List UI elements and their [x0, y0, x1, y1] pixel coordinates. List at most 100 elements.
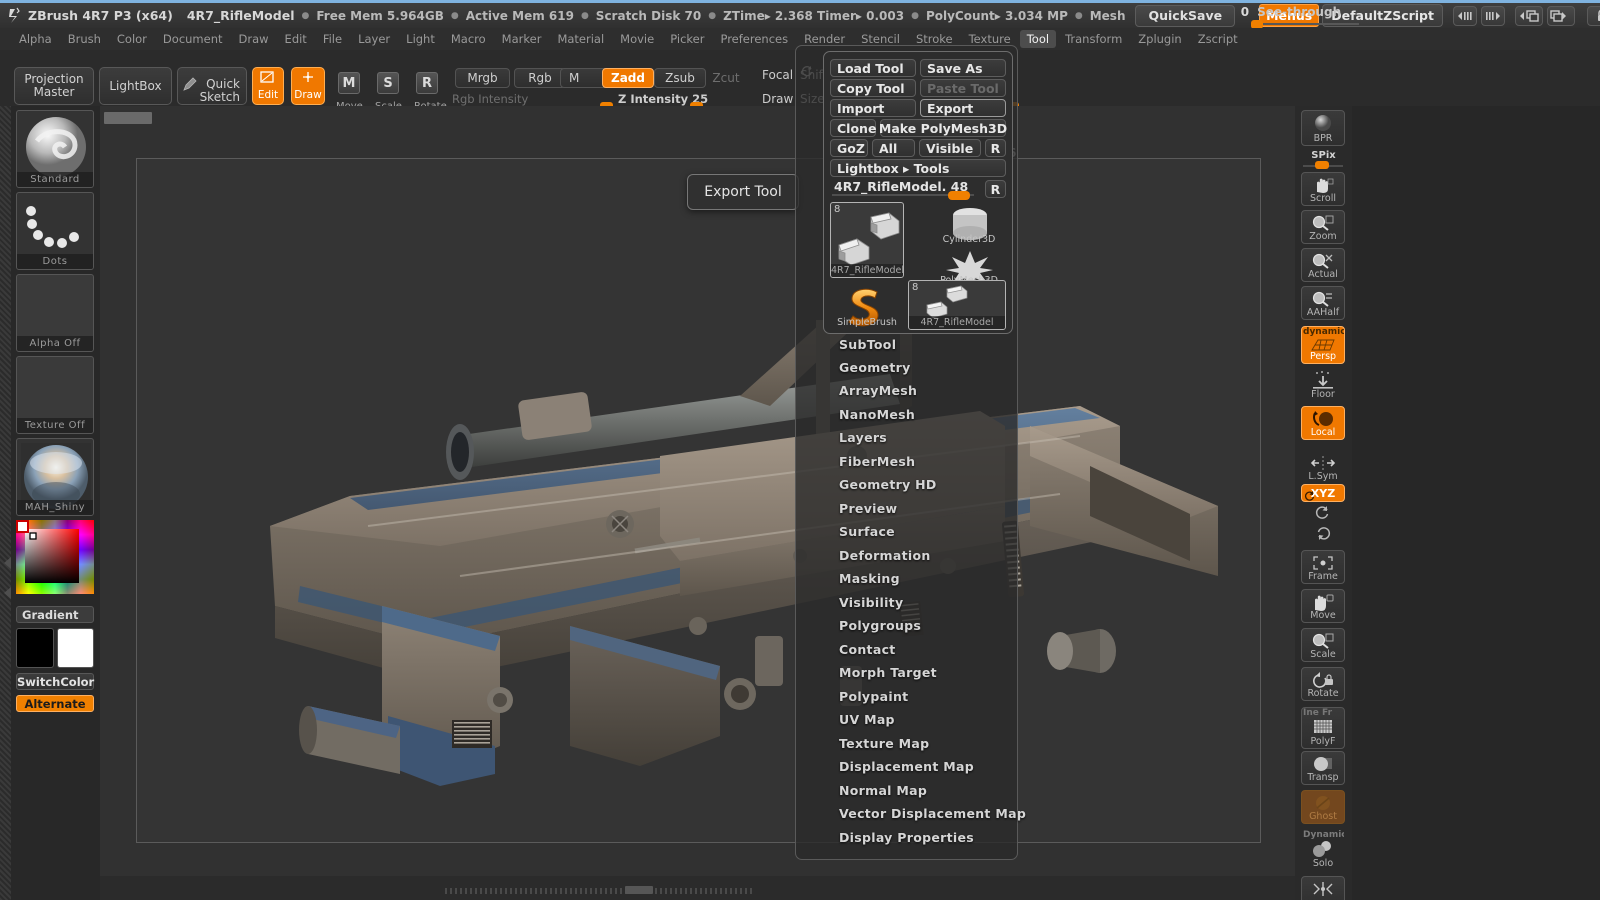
subpalette-display-properties[interactable]: Display Properties — [839, 829, 974, 846]
aahalf-button[interactable]: AAHalf — [1301, 286, 1345, 320]
quicksave-button[interactable]: QuickSave — [1135, 4, 1236, 27]
subpalette-uv-map[interactable]: UV Map — [839, 711, 895, 728]
subpalette-vector-displacement[interactable]: Vector Displacement Map — [839, 805, 1026, 822]
menu-movie[interactable]: Movie — [613, 30, 661, 48]
subpalette-fibermesh[interactable]: FiberMesh — [839, 453, 915, 470]
menu-brush[interactable]: Brush — [61, 30, 108, 48]
rgb-button[interactable]: Rgb — [514, 68, 566, 88]
subpalette-geometry-hd[interactable]: Geometry HD — [839, 476, 937, 493]
menu-alpha[interactable]: Alpha — [12, 30, 59, 48]
menu-layer[interactable]: Layer — [351, 30, 397, 48]
menu-material[interactable]: Material — [550, 30, 611, 48]
polyf-button[interactable]: Ine Fr PolyF — [1301, 707, 1345, 749]
move-button[interactable]: Move — [1301, 589, 1345, 623]
copy-tool-button[interactable]: Copy Tool — [830, 79, 916, 97]
menu-transform[interactable]: Transform — [1058, 30, 1129, 48]
tool-name-slider-knob[interactable] — [948, 191, 970, 200]
bpr-button[interactable]: BPR — [1301, 110, 1345, 146]
floor-button[interactable]: Floor — [1301, 368, 1345, 402]
goz-button[interactable]: GoZ — [830, 139, 868, 157]
menu-preferences[interactable]: Preferences — [713, 30, 795, 48]
rifle-model-3d[interactable] — [100, 106, 1295, 876]
tool-thumb-simplebrush[interactable]: SimpleBrush — [830, 284, 904, 330]
subpalette-visibility[interactable]: Visibility — [839, 594, 903, 611]
subpalette-deformation[interactable]: Deformation — [839, 547, 931, 564]
lightbox-tools-button[interactable]: Lightbox ▸ Tools — [830, 159, 1006, 177]
subpalette-subtool[interactable]: SubTool — [839, 336, 896, 353]
scroll-button[interactable]: Scroll — [1301, 172, 1345, 206]
material-selector[interactable]: MAH_Shiny — [16, 438, 94, 516]
switchcolor-button[interactable]: SwitchColor — [16, 673, 94, 690]
left-tray-grip[interactable] — [0, 106, 11, 900]
menu-light[interactable]: Light — [399, 30, 442, 48]
subpalette-morph-target[interactable]: Morph Target — [839, 664, 937, 681]
spix-knob[interactable] — [1315, 161, 1329, 169]
goz-r-button[interactable]: R — [985, 139, 1006, 157]
all-button[interactable]: All — [872, 139, 915, 157]
canvas-area[interactable]: : 1,600 52,046 — [100, 106, 1295, 876]
mrgb-button[interactable]: Mrgb — [455, 68, 510, 88]
zoom-button[interactable]: Zoom — [1301, 210, 1345, 244]
import-button[interactable]: Import — [830, 99, 916, 117]
menu-edit[interactable]: Edit — [278, 30, 314, 48]
export-button[interactable]: Export — [920, 99, 1006, 117]
bottom-scrollbar-knob[interactable] — [625, 886, 653, 894]
menu-tool[interactable]: Tool — [1019, 30, 1057, 48]
next-doc-icon[interactable] — [1546, 5, 1575, 26]
frame-button[interactable]: Frame — [1301, 550, 1345, 584]
scale-button[interactable]: Scale — [1301, 628, 1345, 662]
alternate-button[interactable]: Alternate — [16, 695, 94, 712]
load-tool-button[interactable]: Load Tool — [830, 59, 916, 77]
tool-thumb-riflemodel-small[interactable]: 8 4R7_RifleModel — [908, 280, 1006, 330]
save-as-button[interactable]: Save As — [920, 59, 1006, 77]
brush-selector[interactable]: Standard — [16, 110, 94, 188]
move-tool-button[interactable]: M Move — [336, 72, 363, 112]
subpalette-normal-map[interactable]: Normal Map — [839, 782, 927, 799]
menu-macro[interactable]: Macro — [444, 30, 493, 48]
subpalette-masking[interactable]: Masking — [839, 570, 900, 587]
draw-button[interactable]: Draw — [291, 67, 325, 105]
subpalette-nanomesh[interactable]: NanoMesh — [839, 406, 915, 423]
tool-thumb-riflemodel-large[interactable]: 8 4R7_RifleModel — [830, 202, 904, 278]
tool-slider-r-button[interactable]: R — [985, 180, 1006, 198]
menu-picker[interactable]: Picker — [663, 30, 711, 48]
color-picker[interactable] — [16, 520, 94, 602]
menu-file[interactable]: File — [316, 30, 349, 48]
subpalette-displacement-map[interactable]: Displacement Map — [839, 758, 974, 775]
menu-document[interactable]: Document — [156, 30, 230, 48]
paste-tool-button[interactable]: Paste Tool — [920, 79, 1006, 97]
rotate-z-button[interactable] — [1301, 526, 1345, 543]
texture-selector[interactable]: Texture Off — [16, 356, 94, 434]
actual-button[interactable]: Actual — [1301, 248, 1345, 282]
rotate-y-button[interactable] — [1301, 505, 1345, 523]
tray-collapse-arrows[interactable] — [2, 556, 14, 600]
subpalette-polygroups[interactable]: Polygroups — [839, 617, 921, 634]
projection-master-button[interactable]: Projection Master — [14, 67, 94, 105]
menu-zscript[interactable]: Zscript — [1191, 30, 1245, 48]
solo-button[interactable]: Dynamic Solo — [1301, 829, 1345, 871]
make-polymesh3d-button[interactable]: Make PolyMesh3D — [879, 119, 1007, 137]
alpha-selector[interactable]: Alpha Off — [16, 274, 94, 352]
stroke-selector[interactable]: Dots — [16, 192, 94, 270]
lsym-button[interactable]: L.Sym — [1301, 450, 1345, 484]
lock-icon[interactable] — [1586, 5, 1600, 26]
prev-doc-icon[interactable] — [1514, 5, 1543, 26]
subpalette-polypaint[interactable]: Polypaint — [839, 688, 908, 705]
zsub-button[interactable]: Zsub — [654, 68, 706, 88]
visible-button[interactable]: Visible — [919, 139, 981, 157]
rotate-button[interactable]: Rotate — [1301, 667, 1345, 701]
lightbox-button[interactable]: LightBox — [99, 67, 172, 105]
subpalette-texture-map[interactable]: Texture Map — [839, 735, 929, 752]
menu-draw[interactable]: Draw — [232, 30, 276, 48]
primary-color-swatch[interactable] — [16, 628, 54, 668]
subpalette-contact[interactable]: Contact — [839, 641, 896, 658]
ghost-button[interactable]: Ghost — [1301, 790, 1345, 824]
local-button[interactable]: Local — [1301, 406, 1345, 440]
subpalette-arraymesh[interactable]: ArrayMesh — [839, 382, 917, 399]
subpalette-layers[interactable]: Layers — [839, 429, 887, 446]
edit-button[interactable]: Edit — [252, 67, 284, 105]
gradient-button[interactable]: Gradient — [16, 606, 94, 623]
xpose-button[interactable] — [1301, 876, 1345, 900]
menu-marker[interactable]: Marker — [495, 30, 549, 48]
scroll-right-icon[interactable] — [1480, 5, 1505, 26]
